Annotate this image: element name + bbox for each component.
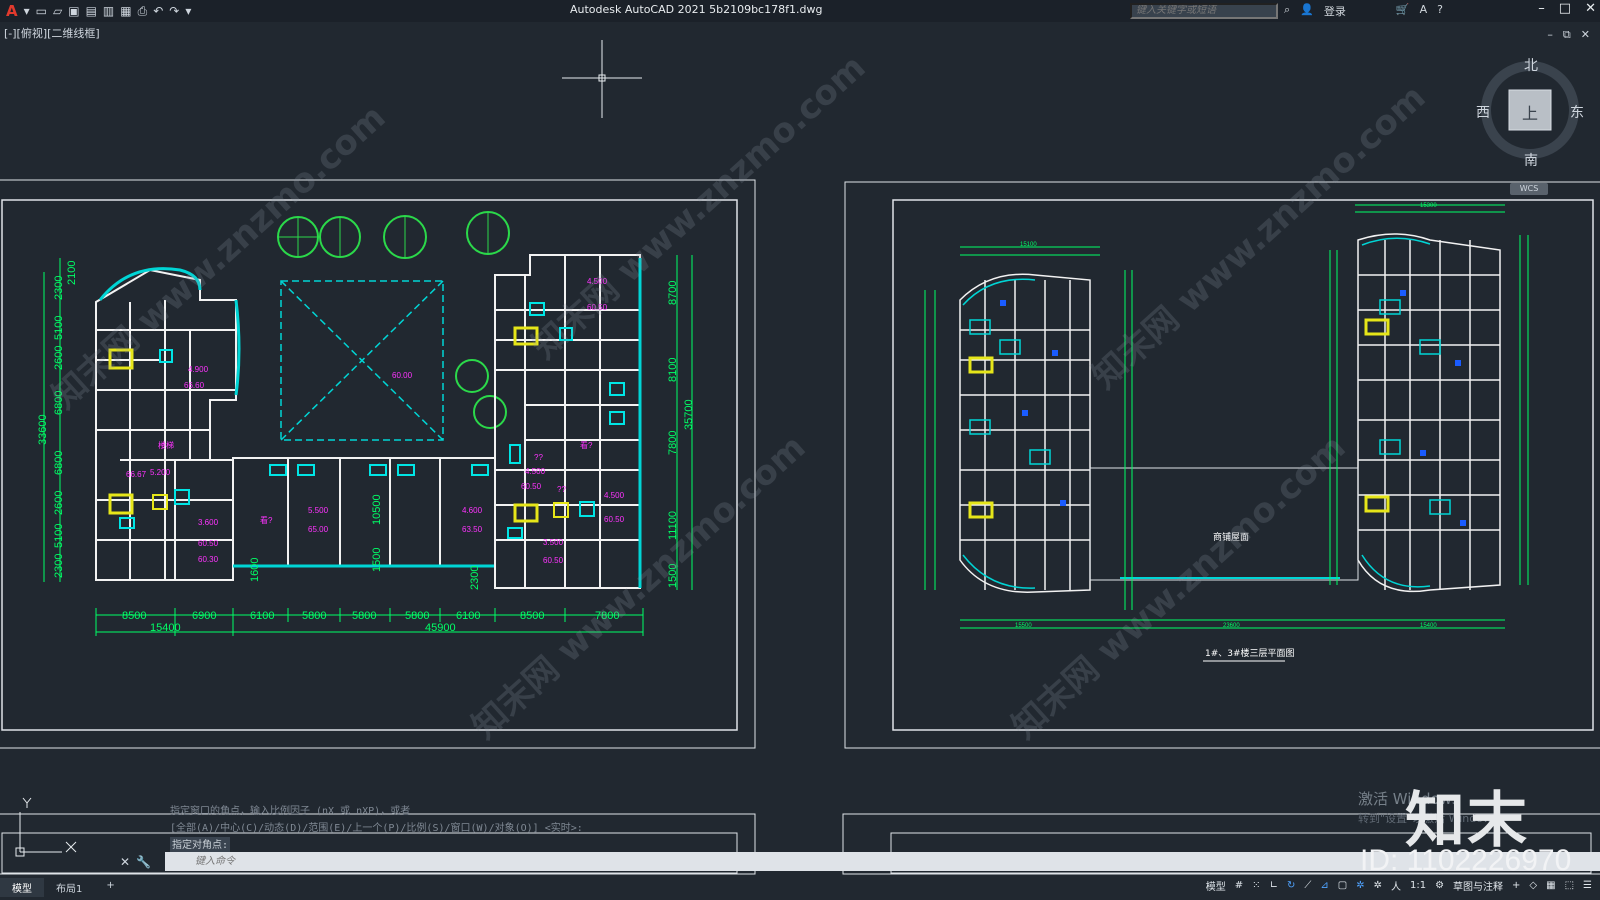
svg-text:看?: 看? (580, 441, 593, 450)
svg-text:60.50: 60.50 (198, 539, 219, 548)
model-space-toggle[interactable]: 模型 (1206, 878, 1226, 893)
svg-text:2100: 2100 (66, 261, 78, 285)
dim-label: 6100 (456, 610, 480, 622)
hardware-acceleration-icon[interactable]: ▦ (1546, 880, 1555, 891)
tab-model[interactable]: 模型 (0, 878, 44, 897)
dim-label: 45900 (425, 622, 456, 634)
svg-text:5100: 5100 (53, 524, 65, 548)
courtyard-elevation: 60.00 (392, 371, 413, 380)
svg-text:65.00: 65.00 (308, 525, 329, 534)
svg-text:15100: 15100 (1020, 242, 1037, 248)
svg-text:楼梯: 楼梯 (158, 440, 174, 450)
annotation-scale-icon[interactable]: 人 (1391, 878, 1401, 893)
plan-title: 1#、3#楼三层平面图 (1205, 647, 1295, 659)
svg-text:3.600: 3.600 (198, 518, 219, 527)
customization-menu-icon[interactable]: ☰ (1583, 880, 1592, 891)
wcs-menu[interactable]: WCS (1510, 183, 1548, 195)
svg-text:63.50: 63.50 (462, 525, 483, 534)
command-line-tools: ✕ 🔧 (0, 852, 165, 871)
svg-text:??: ?? (557, 485, 566, 494)
document-id: ID: 1102226970 (1360, 844, 1572, 877)
compass-east[interactable]: 东 (1570, 102, 1584, 122)
dim-label: 15400 (150, 622, 181, 634)
layout-tabs: 模型 布局1 + (0, 878, 127, 897)
add-layout-button[interactable]: + (94, 878, 126, 897)
dim-label: 6900 (192, 610, 216, 622)
svg-text:1500: 1500 (371, 548, 383, 572)
svg-text:??: ?? (534, 453, 543, 462)
object-snap-tracking-icon[interactable]: ⟋ (1304, 880, 1311, 891)
svg-text:60.50: 60.50 (604, 515, 625, 524)
svg-text:33600: 33600 (37, 414, 49, 445)
svg-text:2300: 2300 (469, 566, 481, 590)
svg-text:2300: 2300 (53, 554, 65, 578)
svg-text:8100: 8100 (667, 358, 679, 382)
svg-text:1600: 1600 (249, 558, 261, 582)
svg-text:5.200: 5.200 (150, 468, 171, 477)
svg-text:5.500: 5.500 (308, 506, 329, 515)
isolate-objects-icon[interactable]: ◇ (1529, 880, 1537, 891)
auto-scale-icon[interactable]: ✲ (1374, 880, 1382, 891)
viewcube-top-face[interactable]: 上 (1522, 100, 1538, 124)
dim-label: 5800 (405, 610, 429, 622)
right-stairs (968, 318, 1390, 519)
right-right-building (1357, 233, 1501, 593)
annotation-visibility-icon[interactable]: ✲ (1356, 880, 1364, 891)
tree-symbols (277, 211, 510, 429)
dim-label: 5800 (352, 610, 376, 622)
object-snap-icon[interactable]: ⊿ (1320, 880, 1328, 891)
svg-text:4.500: 4.500 (525, 467, 546, 476)
gear-icon[interactable]: ⚙ (1435, 880, 1444, 891)
svg-text:4.500: 4.500 (604, 491, 625, 500)
compass-south[interactable]: 南 (1524, 150, 1538, 170)
close-command-icon[interactable]: ✕ (120, 855, 130, 869)
svg-text:5100: 5100 (53, 316, 65, 340)
snap-icon[interactable]: ⁙ (1252, 880, 1260, 891)
ucs-icon (15, 797, 77, 857)
svg-text:8700: 8700 (667, 281, 679, 305)
selection-cycling-icon[interactable]: ▢ (1338, 880, 1347, 891)
svg-text:看?: 看? (260, 516, 273, 525)
dim-label: 8500 (122, 610, 146, 622)
svg-text:4.900: 4.900 (188, 365, 209, 374)
status-bar: 模型 # ⁙ ∟ ↻ ⟋ ⊿ ▢ ✲ ✲ 人 1:1 ⚙ 草图与注释 + ◇ ▦… (1206, 878, 1592, 893)
svg-text:7800: 7800 (667, 431, 679, 455)
command-history: 指定窗口的角点，输入比例因子 (nX 或 nXP)，或者 [全部(A)/中心(C… (170, 803, 583, 854)
courtyard-outline (280, 280, 444, 441)
svg-text:60.50: 60.50 (521, 482, 542, 491)
customize-command-icon[interactable]: 🔧 (136, 855, 151, 869)
svg-text:15500: 15500 (1015, 623, 1032, 629)
annotation-scale-value[interactable]: 1:1 (1410, 880, 1426, 891)
compass-west[interactable]: 西 (1476, 102, 1490, 122)
svg-text:15300: 15300 (1420, 203, 1437, 209)
svg-text:66.60: 66.60 (184, 381, 205, 390)
svg-text:23600: 23600 (1223, 623, 1240, 629)
command-history-line: [全部(A)/中心(C)/动态(D)/范围(E)/上一个(P)/比例(S)/窗口… (170, 823, 583, 834)
dim-label: 6100 (250, 610, 274, 622)
svg-text:2300: 2300 (53, 276, 65, 300)
svg-text:60.30: 60.30 (198, 555, 219, 564)
left-dimension-labels: 8500 6900 6100 5800 5800 5800 6100 8500 … (122, 610, 619, 634)
svg-text:2600: 2600 (53, 491, 65, 515)
dim-label: 8500 (520, 610, 544, 622)
clean-screen-icon[interactable]: ⬚ (1565, 880, 1574, 891)
compass-north[interactable]: 北 (1524, 55, 1538, 75)
svg-text:4.600: 4.600 (462, 506, 483, 515)
add-icon[interactable]: + (1512, 880, 1520, 891)
svg-text:66.67: 66.67 (126, 470, 147, 479)
tab-layout1[interactable]: 布局1 (44, 878, 94, 897)
svg-text:60.50: 60.50 (543, 556, 564, 565)
polar-tracking-icon[interactable]: ↻ (1287, 880, 1295, 891)
svg-text:10500: 10500 (371, 494, 383, 525)
ortho-icon[interactable]: ∟ (1270, 880, 1278, 891)
svg-text:35700: 35700 (683, 399, 695, 430)
crosshair-cursor (562, 40, 642, 118)
dim-label: 5800 (302, 610, 326, 622)
command-history-line: 指定窗口的角点，输入比例因子 (nX 或 nXP)，或者 (170, 806, 411, 817)
grid-icon[interactable]: # (1235, 880, 1243, 891)
svg-text:15400: 15400 (1420, 623, 1437, 629)
svg-text:6800: 6800 (53, 451, 65, 475)
svg-text:3.500: 3.500 (543, 538, 564, 547)
workspace-switch[interactable]: 草图与注释 (1453, 878, 1503, 893)
